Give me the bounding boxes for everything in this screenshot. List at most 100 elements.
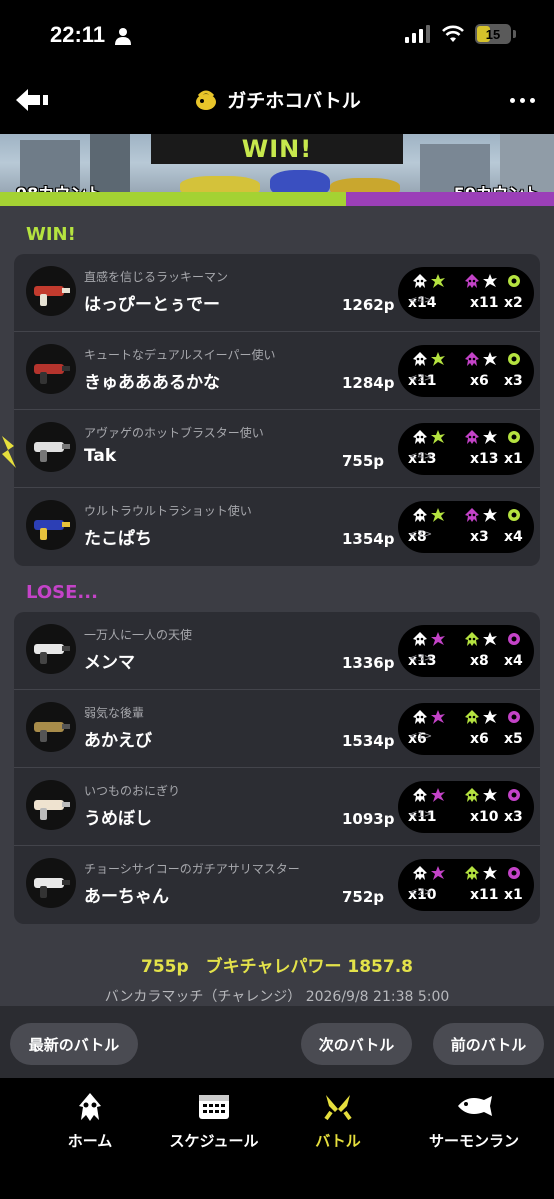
score-bar xyxy=(0,192,554,206)
death-icon xyxy=(464,351,480,371)
assist-count: <4> xyxy=(409,295,433,306)
special-use-count: x8 xyxy=(470,653,489,669)
special-count: x1 xyxy=(504,887,523,903)
special-icon xyxy=(506,787,522,807)
assist-count: <3> xyxy=(409,653,433,664)
special-icon xyxy=(506,709,522,729)
player-name: たこぱち xyxy=(84,529,152,549)
tab-label: ホーム xyxy=(67,1132,113,1150)
player-name: あーちゃん xyxy=(84,887,169,907)
death-splat-icon xyxy=(482,631,498,651)
weapon-power: 755p ブキチャレパワー 1857.8 xyxy=(140,957,413,977)
player-row[interactable]: アヴァゲのホットブラスター使い Tak 755p x13 <4> x13 x1 xyxy=(14,410,540,488)
player-points: 1336p xyxy=(342,654,395,672)
kill-splat-icon xyxy=(430,787,446,807)
more-options-icon[interactable] xyxy=(510,90,538,110)
special-use-count: x11 xyxy=(470,295,499,311)
lose-team-card: 一万人に一人の天使 メンマ 1336p x13 <3> x8 x4 弱気な後輩 あかえび 1534… xyxy=(14,612,540,924)
player-points: 1284p xyxy=(342,374,395,392)
player-name: あかえび xyxy=(84,731,152,751)
player-name: きゅあああるかな xyxy=(84,373,220,393)
weapon-icon xyxy=(26,624,76,674)
kill-splat-icon xyxy=(430,507,446,527)
tab-label: バトル xyxy=(315,1132,361,1150)
win-section-label: WIN! xyxy=(26,224,76,245)
battery-icon: 15 xyxy=(475,24,511,44)
tab-schedule[interactable]: スケジュール xyxy=(154,1092,274,1152)
player-points: 1534p xyxy=(342,732,395,750)
player-byname: 直感を信じるラッキーマン xyxy=(84,270,229,284)
wifi-icon xyxy=(442,25,464,42)
battle-detail: WIN! 直感を信じるラッキーマン はっぴーとぅでー 1262p x14 <4> x11 x… xyxy=(0,206,554,1078)
tab-home[interactable]: ホーム xyxy=(30,1092,150,1152)
kill-splat-icon xyxy=(430,631,446,651)
player-row[interactable]: 一万人に一人の天使 メンマ 1336p x13 <3> x8 x4 xyxy=(14,612,540,690)
special-count: x1 xyxy=(504,451,523,467)
special-count: x4 xyxy=(504,529,523,545)
battery-level: 15 xyxy=(485,26,501,42)
death-icon xyxy=(464,865,480,885)
assist-count: <2> xyxy=(409,887,433,898)
player-points: 1262p xyxy=(342,296,395,314)
weapon-icon xyxy=(26,266,76,316)
status-time: 22:11 xyxy=(50,22,106,47)
player-byname: 一万人に一人の天使 xyxy=(84,628,193,642)
death-icon xyxy=(464,273,480,293)
tab-label: サーモンラン xyxy=(428,1132,519,1150)
player-stats: x8 <2> x3 x4 xyxy=(398,501,534,553)
player-stats: x10 <2> x11 x1 xyxy=(398,859,534,911)
death-icon xyxy=(464,787,480,807)
player-name: うめぼし xyxy=(84,809,152,829)
player-row[interactable]: 弱気な後輩あかえび 1534p x6 <1> x6 x5 xyxy=(14,690,540,768)
death-splat-icon xyxy=(482,787,498,807)
current-player-marker-icon xyxy=(2,436,16,468)
prev-battle-button[interactable]: 前のバトル xyxy=(433,1023,544,1065)
player-row[interactable]: ウルトラウルトラショット使い たこぱち 1354p x8 <2> x3 x4 xyxy=(14,488,540,566)
kill-icon xyxy=(412,351,428,371)
special-use-count: x6 xyxy=(470,373,489,389)
status-indicators: 15 xyxy=(405,24,516,44)
kill-icon xyxy=(412,507,428,527)
assist-count: <2> xyxy=(409,529,433,540)
lose-section-label: LOSE... xyxy=(26,582,98,603)
app-header: ガチホコバトル xyxy=(0,72,554,134)
kill-icon xyxy=(412,865,428,885)
weapon-icon xyxy=(26,344,76,394)
special-count: x5 xyxy=(504,731,523,747)
death-splat-icon xyxy=(482,865,498,885)
tab-salmon-run[interactable]: サーモンラン xyxy=(404,1092,544,1152)
death-splat-icon xyxy=(482,507,498,527)
kill-splat-icon xyxy=(430,429,446,449)
player-stats: x6 <1> x6 x5 xyxy=(398,703,534,755)
player-byname: ウルトラウルトラショット使い xyxy=(84,504,252,518)
kill-icon xyxy=(412,631,428,651)
death-icon xyxy=(464,709,480,729)
signal-icon xyxy=(405,25,430,43)
special-icon xyxy=(506,273,522,293)
squid-icon xyxy=(79,1093,101,1121)
score-bar-win xyxy=(0,192,346,206)
page-title: ガチホコバトル xyxy=(0,86,554,113)
battle-nav: 最新のバトル 次のバトル 前のバトル xyxy=(0,1006,554,1078)
special-icon xyxy=(506,507,522,527)
player-points: 755p xyxy=(342,452,385,470)
assist-count: <2> xyxy=(409,373,433,384)
rainmaker-icon xyxy=(196,90,217,110)
player-byname: アヴァゲのホットブラスター使い xyxy=(84,426,264,440)
player-row[interactable]: キュートなデュアルスイーパー使い きゅあああるかな 1284p x11 <2> x6 x3 xyxy=(14,332,540,410)
player-row[interactable]: いつものおにぎり うめぼし 1093p x11 <1> x10 x3 xyxy=(14,768,540,846)
kill-splat-icon xyxy=(430,351,446,371)
death-splat-icon xyxy=(482,273,498,293)
death-splat-icon xyxy=(482,351,498,371)
player-row[interactable]: チョーシサイコーのガチアサリマスター あーちゃん 752p x10 <2> x11 x1 xyxy=(14,846,540,924)
latest-battle-button[interactable]: 最新のバトル xyxy=(10,1023,138,1065)
player-name: Tak xyxy=(84,446,117,466)
weapon-icon xyxy=(26,702,76,752)
player-row[interactable]: 直感を信じるラッキーマン はっぴーとぅでー 1262p x14 <4> x11 x2 xyxy=(14,254,540,332)
tab-battle[interactable]: バトル xyxy=(278,1092,398,1152)
player-byname: 弱気な後輩 xyxy=(84,706,145,720)
calendar-icon xyxy=(199,1095,229,1119)
next-battle-button[interactable]: 次のバトル xyxy=(301,1023,412,1065)
player-points: 752p xyxy=(342,888,385,906)
match-info: バンカラマッチ（チャレンジ） 2026/9/8 21:38 5:00 xyxy=(104,989,450,1005)
